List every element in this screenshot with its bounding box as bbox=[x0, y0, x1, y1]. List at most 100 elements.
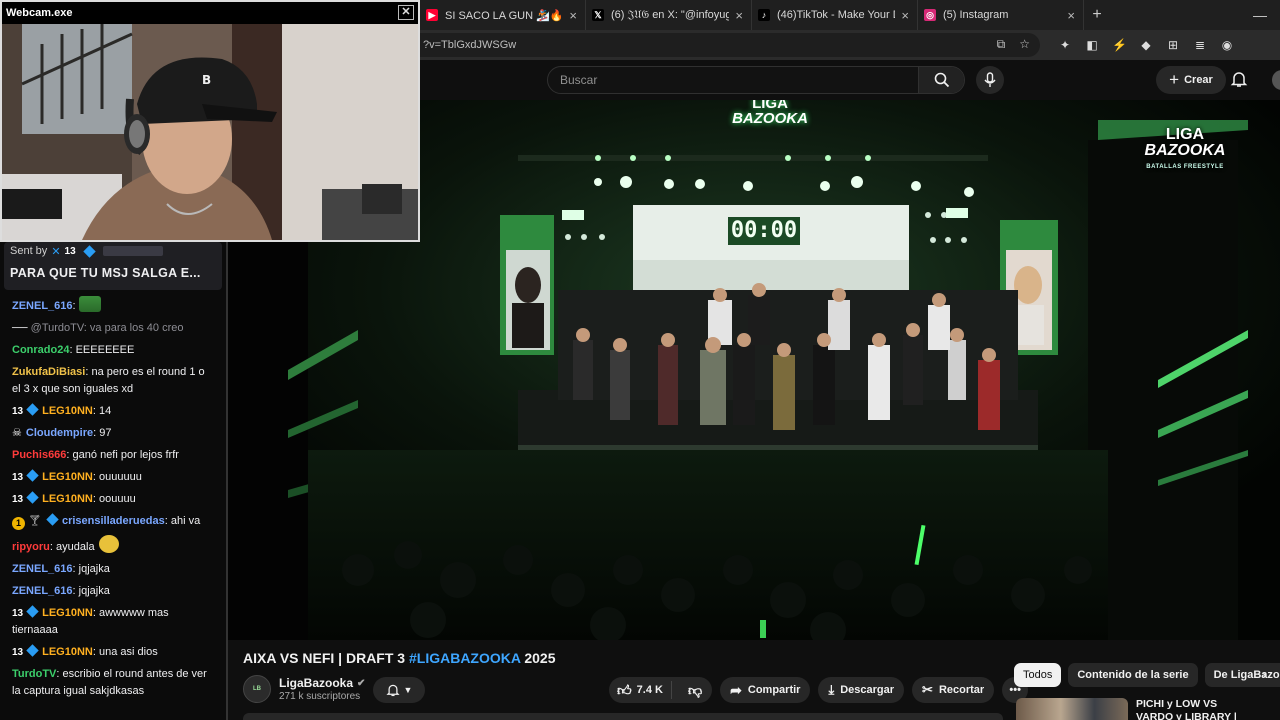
related-thumbnail[interactable] bbox=[1016, 698, 1128, 720]
share-button[interactable]: ➦ Compartir bbox=[720, 677, 811, 703]
chip-all[interactable]: Todos bbox=[1014, 663, 1062, 687]
webcam-window[interactable]: Webcam.exe ✕ B bbox=[0, 0, 420, 242]
chat-username[interactable]: LEG10NN bbox=[42, 646, 93, 658]
sub-badge-icon: 13 bbox=[12, 608, 24, 619]
chat-username[interactable]: ZENEL_616 bbox=[12, 300, 73, 312]
channel-name[interactable]: LigaBazooka bbox=[279, 676, 353, 690]
pinned-sender: Sent by ✕ 13 bbox=[10, 244, 216, 258]
video-title: AIXA VS NEFI | DRAFT 3 #LIGABAZOOKA 2025 bbox=[243, 650, 556, 666]
stage-timer: 00:00 bbox=[728, 217, 800, 245]
chat-username[interactable]: crisensilladeruedas bbox=[62, 515, 165, 527]
close-icon[interactable]: ✕ bbox=[398, 5, 414, 20]
translate-icon[interactable]: ◧ bbox=[1085, 38, 1099, 52]
gem-icon bbox=[26, 469, 39, 482]
tab-close-icon[interactable]: × bbox=[735, 8, 743, 23]
extension-icon[interactable]: ✦ bbox=[1058, 38, 1072, 52]
related-title[interactable]: PICHI y LOW VS VARDO y LIBRARY | DRAFT 3 bbox=[1136, 698, 1254, 720]
voice-search-button[interactable] bbox=[976, 66, 1004, 94]
chat-message: ZENEL_616: jqjajka bbox=[12, 585, 110, 597]
sub-badge-icon: 13 bbox=[12, 494, 24, 505]
browser-tab-x[interactable]: 𝕏 (6) 𝔍𝔘𝔊 en X: "@infoyugansito × bbox=[586, 0, 752, 30]
like-button[interactable]: 👍︎ 7.4 K bbox=[609, 681, 672, 699]
tab-close-icon[interactable]: × bbox=[569, 8, 577, 23]
plus-icon: + bbox=[1169, 70, 1180, 89]
chat-username[interactable]: Cloudempire bbox=[26, 427, 93, 439]
scissors-icon: ✂ bbox=[922, 682, 933, 697]
install-app-icon[interactable]: ⧉ bbox=[997, 37, 1006, 52]
tiktok-favicon-icon: ♪ bbox=[758, 9, 770, 21]
puzzle-icon[interactable]: ⊞ bbox=[1166, 38, 1180, 52]
dislike-button[interactable]: 👎︎ bbox=[678, 682, 712, 699]
address-bar[interactable]: ?v=TblGxdJWSGw ⧉ ☆ bbox=[420, 33, 1040, 57]
chat-text: ahi va bbox=[170, 515, 201, 527]
chat-text: ayudala bbox=[56, 541, 95, 553]
download-label: Descargar bbox=[840, 684, 895, 696]
x-favicon-icon: 𝕏 bbox=[592, 9, 604, 21]
chat-message: 13 LEG10NN: ouuuuuu bbox=[12, 469, 142, 483]
pinned-text: PARA QUE TU MSJ SALGA E... bbox=[10, 266, 201, 280]
tab-title: (6) 𝔍𝔘𝔊 en X: "@infoyugansito bbox=[611, 8, 729, 21]
tab-close-icon[interactable]: × bbox=[1067, 8, 1075, 23]
webcam-title: Webcam.exe bbox=[6, 7, 73, 19]
chat-username[interactable]: LEG10NN bbox=[42, 405, 93, 417]
search-button[interactable] bbox=[918, 67, 964, 93]
minimize-icon[interactable]: — bbox=[1240, 7, 1280, 23]
chat-username[interactable]: LEG10NN bbox=[42, 493, 93, 505]
related-video[interactable]: PICHI y LOW VS VARDO y LIBRARY | DRAFT 3 bbox=[1016, 698, 1254, 720]
chat-username[interactable]: Puchis666 bbox=[12, 449, 66, 461]
skull-icon: ☠ bbox=[12, 427, 22, 439]
tab-close-icon[interactable]: × bbox=[901, 8, 909, 23]
chat-message: 13 LEG10NN: awwwww mas tiernaaaa bbox=[12, 605, 169, 636]
chat-message: 13 LEG10NN: 14 bbox=[12, 403, 112, 417]
subscribed-bell-button[interactable]: ▼ bbox=[373, 677, 425, 703]
chat-username[interactable]: LEG10NN bbox=[42, 607, 93, 619]
x-icon: ✕ bbox=[51, 245, 61, 258]
verified-icon: ✔ bbox=[357, 677, 366, 689]
chat-username[interactable]: ZukufaDiBiasi bbox=[12, 366, 85, 378]
chat-message: ZENEL_616: bbox=[12, 296, 214, 315]
extension-icon[interactable]: ⚡ bbox=[1112, 38, 1127, 52]
browser-tab-instagram[interactable]: ◎ (5) Instagram × bbox=[918, 0, 1084, 30]
microphone-icon bbox=[984, 72, 996, 87]
reply-reference[interactable]: @TurdoTV: va para los 40 creo bbox=[31, 322, 184, 334]
chat-message: ZENEL_616: jqjajka bbox=[12, 563, 110, 575]
youtube-favicon-icon: ▶ bbox=[426, 9, 438, 21]
chip-channel[interactable]: De LigaBazooka bbox=[1204, 663, 1280, 687]
chat-username[interactable]: ZENEL_616 bbox=[12, 563, 73, 575]
chat-username[interactable]: Conrado24 bbox=[12, 344, 69, 356]
video-actions: 👍︎ 7.4 K 👎︎ ➦ Compartir ⤓ Descargar ✂ Re… bbox=[609, 677, 1029, 703]
new-tab-button[interactable]: + bbox=[1084, 6, 1110, 24]
create-button[interactable]: + Crear bbox=[1156, 66, 1226, 94]
browser-tab-youtube[interactable]: ▶ SI SACO LA GUN 🏂🔥 #parati × bbox=[420, 0, 586, 30]
chat-username[interactable]: TurdoTV bbox=[12, 668, 56, 680]
smiley-emote-icon bbox=[98, 535, 119, 553]
description-box[interactable] bbox=[243, 713, 1003, 720]
bookmark-star-icon[interactable]: ☆ bbox=[1019, 37, 1030, 52]
chat-username[interactable]: ripyoru bbox=[12, 541, 50, 553]
video-title-hashtag[interactable]: #LIGABAZOOKA bbox=[409, 650, 520, 666]
chat-message: 13 LEG10NN: una asi dios bbox=[12, 644, 158, 658]
window-controls: — bbox=[1240, 0, 1280, 30]
notifications-bell-icon[interactable] bbox=[1230, 70, 1248, 88]
reading-list-icon[interactable]: ≣ bbox=[1193, 38, 1207, 52]
sub-badge-icon: 13 bbox=[64, 245, 76, 257]
browser-tab-tiktok[interactable]: ♪ (46)TikTok - Make Your Day × bbox=[752, 0, 918, 30]
chat-text: ganó nefi por lejos frfr bbox=[72, 449, 179, 461]
pinned-message[interactable]: Sent by ✕ 13 PARA QUE TU MSJ SALGA E... bbox=[4, 242, 222, 290]
chip-series[interactable]: Contenido de la serie bbox=[1068, 663, 1198, 687]
share-label: Compartir bbox=[747, 684, 801, 696]
search-input[interactable] bbox=[548, 67, 918, 93]
chat-username[interactable]: ZENEL_616 bbox=[12, 585, 73, 597]
profile-icon[interactable]: ◉ bbox=[1220, 38, 1234, 52]
chat-message: Conrado24: EEEEEEEE bbox=[12, 344, 135, 356]
account-avatar[interactable] bbox=[1272, 70, 1280, 90]
download-button[interactable]: ⤓ Descargar bbox=[818, 677, 905, 703]
gem-icon bbox=[26, 644, 39, 657]
gem-icon bbox=[46, 513, 59, 526]
chat-username[interactable]: LEG10NN bbox=[42, 471, 93, 483]
clip-button[interactable]: ✂ Recortar bbox=[912, 677, 995, 703]
chat-text: una asi dios bbox=[99, 646, 158, 658]
chevron-right-icon[interactable]: › bbox=[1262, 666, 1267, 682]
channel-avatar[interactable]: LB bbox=[243, 675, 271, 703]
extension-icon[interactable]: ◆ bbox=[1139, 38, 1153, 52]
